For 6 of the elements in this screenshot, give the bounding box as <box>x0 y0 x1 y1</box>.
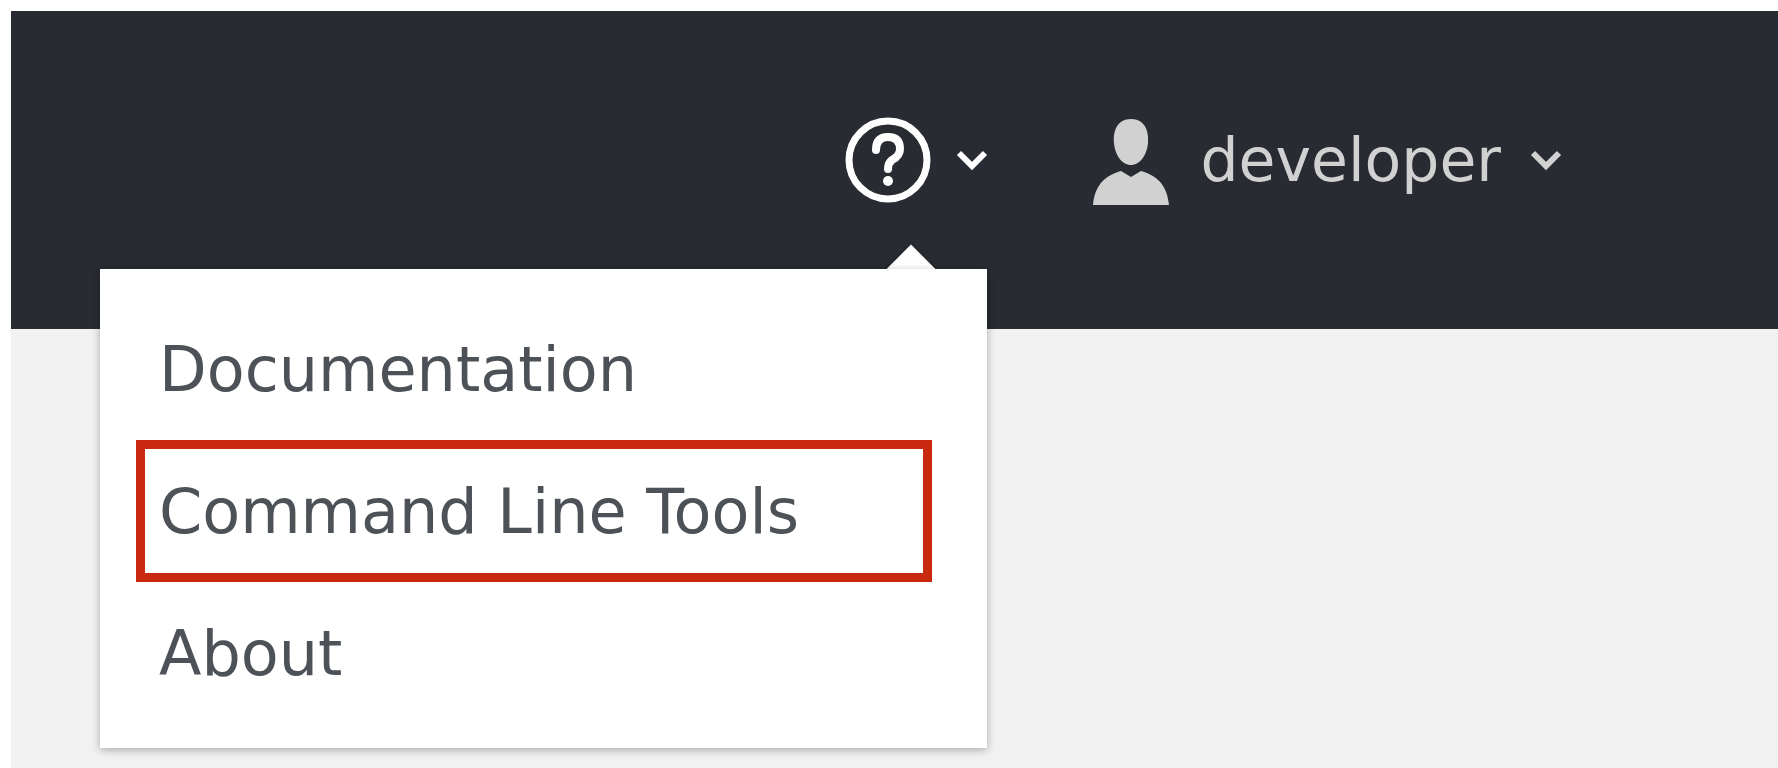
user-menu-button[interactable]: developer <box>1088 115 1563 205</box>
menu-item[interactable]: About <box>136 582 932 724</box>
caret-icon <box>1529 149 1563 171</box>
menu-item[interactable]: Documentation <box>136 298 932 440</box>
caret-icon <box>954 149 989 171</box>
menu-item[interactable]: Command Line Tools <box>136 440 932 582</box>
